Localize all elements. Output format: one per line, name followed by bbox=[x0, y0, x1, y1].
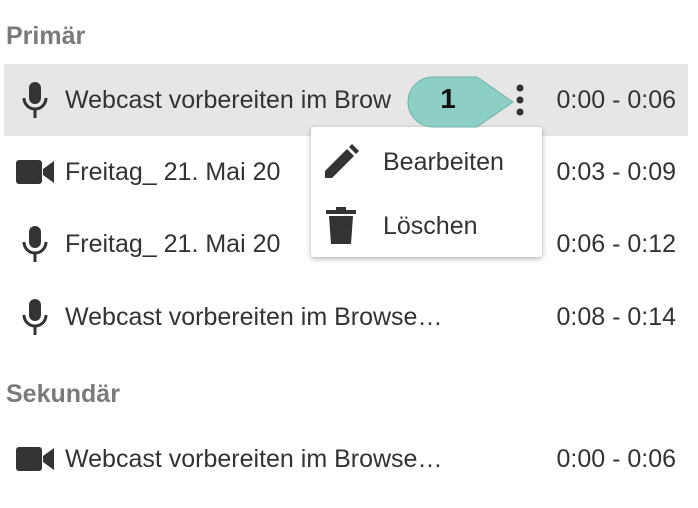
track-time: 0:00 - 0:06 bbox=[556, 444, 676, 473]
track-time: 0:00 - 0:06 bbox=[556, 85, 676, 114]
microphone-icon bbox=[10, 224, 60, 264]
track-label: Webcast vorbereiten im Brow bbox=[65, 85, 392, 114]
section-title-primary: Primär bbox=[6, 22, 86, 50]
trash-icon bbox=[323, 206, 359, 246]
track-label: Webcast vorbereiten im Browse… bbox=[65, 302, 443, 331]
track-time: 0:03 - 0:09 bbox=[556, 157, 676, 186]
track-label: Freitag_ 21. Mai 20 bbox=[65, 229, 281, 258]
menu-item-label: Bearbeiten bbox=[383, 147, 504, 176]
video-camera-icon bbox=[10, 152, 60, 192]
video-camera-icon bbox=[10, 439, 60, 479]
microphone-icon bbox=[10, 80, 60, 120]
pencil-icon bbox=[323, 142, 359, 182]
microphone-icon bbox=[10, 297, 60, 337]
section-title-secondary: Sekundär bbox=[6, 380, 120, 408]
track-label: Freitag_ 21. Mai 20 bbox=[65, 157, 281, 186]
track-time: 0:08 - 0:14 bbox=[556, 302, 676, 331]
menu-item-delete[interactable]: Löschen bbox=[311, 195, 542, 257]
menu-item-edit[interactable]: Bearbeiten bbox=[311, 131, 542, 193]
track-row[interactable]: Webcast vorbereiten im Browse… 0:08 - 0:… bbox=[4, 281, 688, 353]
callout-number: 1 bbox=[440, 83, 456, 114]
menu-item-label: Löschen bbox=[383, 211, 478, 240]
track-label: Webcast vorbereiten im Browse… bbox=[65, 444, 443, 473]
track-time: 0:06 - 0:12 bbox=[556, 229, 676, 258]
track-row[interactable]: Webcast vorbereiten im Brow 0:00 - 0:06 bbox=[4, 64, 688, 136]
context-menu: Bearbeiten Löschen bbox=[311, 127, 542, 257]
track-row[interactable]: Webcast vorbereiten im Browse… 0:00 - 0:… bbox=[4, 423, 688, 495]
